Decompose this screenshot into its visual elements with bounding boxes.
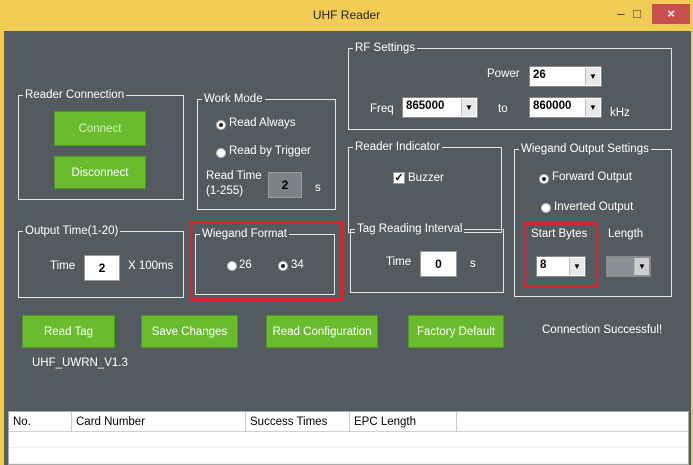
title-bar: UHF Reader – □ × <box>0 0 693 31</box>
output-time-title: Output Time(1-20) <box>23 224 121 238</box>
inverted-output-radio[interactable] <box>541 203 551 213</box>
output-time-unit: X 100ms <box>128 260 174 272</box>
freq-from-select[interactable]: 865000 ▼ <box>402 97 478 118</box>
read-by-trigger-label: Read by Trigger <box>229 145 311 157</box>
tag-interval-label: Time <box>386 256 412 268</box>
tag-interval-unit: s <box>470 258 476 270</box>
read-by-trigger-radio[interactable] <box>216 148 226 158</box>
buzzer-label: Buzzer <box>408 172 444 184</box>
wiegand-output-title: Wiegand Output Settings <box>519 142 651 156</box>
wiegand-format-group: Wiegand Format <box>195 227 335 295</box>
power-value: 26 <box>533 69 546 81</box>
chevron-down-icon: ▼ <box>585 68 600 85</box>
connect-button[interactable]: Connect <box>54 111 146 146</box>
disconnect-button[interactable]: Disconnect <box>54 156 146 189</box>
wiegand-26-label: 26 <box>239 259 252 271</box>
card-table[interactable]: No. Card Number Success Times EPC Length <box>8 411 689 465</box>
start-bytes-highlight <box>523 222 598 288</box>
reader-connection-title: Reader Connection <box>23 88 127 102</box>
read-time-range-label: (1-255) <box>206 185 244 197</box>
read-time-label: Read Time <box>206 170 262 182</box>
factory-default-button[interactable]: Factory Default <box>408 315 504 348</box>
factory-default-label: Factory Default <box>417 325 495 338</box>
maximize-button[interactable]: □ <box>623 4 651 24</box>
inverted-output-label: Inverted Output <box>554 201 634 213</box>
column-header-card-number[interactable]: Card Number <box>72 412 246 432</box>
table-row <box>9 432 688 448</box>
buzzer-checkbox[interactable]: ✓ <box>393 172 405 184</box>
forward-output-label: Forward Output <box>552 171 632 183</box>
read-configuration-label: Read Configuration <box>272 325 372 338</box>
work-mode-title: Work Mode <box>202 92 265 106</box>
freq-from-value: 865000 <box>406 100 445 112</box>
wiegand-26-radio[interactable] <box>227 261 237 271</box>
main-panel: Reader Connection Connect Disconnect Wor… <box>4 31 691 465</box>
read-time-input[interactable]: 2 <box>268 172 302 198</box>
wiegand-format-title: Wiegand Format <box>200 227 290 241</box>
connect-label: Connect <box>78 122 122 135</box>
wiegand-34-label: 34 <box>291 259 304 271</box>
freq-to-select[interactable]: 860000 ▼ <box>529 97 602 118</box>
rf-settings-title: RF Settings <box>353 41 418 55</box>
column-header-no[interactable]: No. <box>9 412 72 432</box>
column-header-epc-length[interactable]: EPC Length <box>350 412 457 432</box>
read-configuration-button[interactable]: Read Configuration <box>266 315 378 348</box>
wiegand-34-radio[interactable] <box>278 261 288 271</box>
length-select[interactable]: ▼ <box>606 256 651 277</box>
freq-to-label: to <box>498 103 508 115</box>
power-label: Power <box>487 68 520 80</box>
save-changes-label: Save Changes <box>151 325 228 338</box>
reader-indicator-title: Reader Indicator <box>353 140 443 154</box>
status-message: Connection Successful! <box>542 324 663 336</box>
tag-interval-input[interactable]: 0 <box>420 251 457 277</box>
read-tag-button[interactable]: Read Tag <box>22 315 115 348</box>
reader-indicator-group: Reader Indicator <box>348 140 502 233</box>
read-time-unit: s <box>315 182 321 194</box>
disconnect-label: Disconnect <box>71 166 129 179</box>
output-time-input[interactable]: 2 <box>84 255 120 281</box>
length-label: Length <box>608 228 644 240</box>
read-always-label: Read Always <box>229 117 296 129</box>
forward-output-radio[interactable] <box>539 174 549 184</box>
tag-interval-title: Tag Reading Interval <box>355 222 465 236</box>
chevron-down-icon: ▼ <box>585 99 600 116</box>
version-label: UHF_UWRN_V1.3 <box>32 357 128 369</box>
freq-label: Freq <box>370 103 394 115</box>
column-header-success-times[interactable]: Success Times <box>246 412 350 432</box>
read-always-radio[interactable] <box>216 120 226 130</box>
power-select[interactable]: 26 ▼ <box>529 66 602 87</box>
save-changes-button[interactable]: Save Changes <box>141 315 238 348</box>
read-tag-label: Read Tag <box>43 325 94 338</box>
chevron-down-icon: ▼ <box>461 99 476 116</box>
table-row <box>9 448 688 464</box>
freq-to-value: 860000 <box>533 100 572 112</box>
output-time-label: Time <box>50 260 76 272</box>
chevron-down-icon: ▼ <box>634 258 649 275</box>
table-header: No. Card Number Success Times EPC Length <box>9 412 688 432</box>
freq-unit-label: kHz <box>610 107 630 119</box>
close-button[interactable]: × <box>652 4 690 24</box>
window-title: UHF Reader <box>312 8 381 22</box>
